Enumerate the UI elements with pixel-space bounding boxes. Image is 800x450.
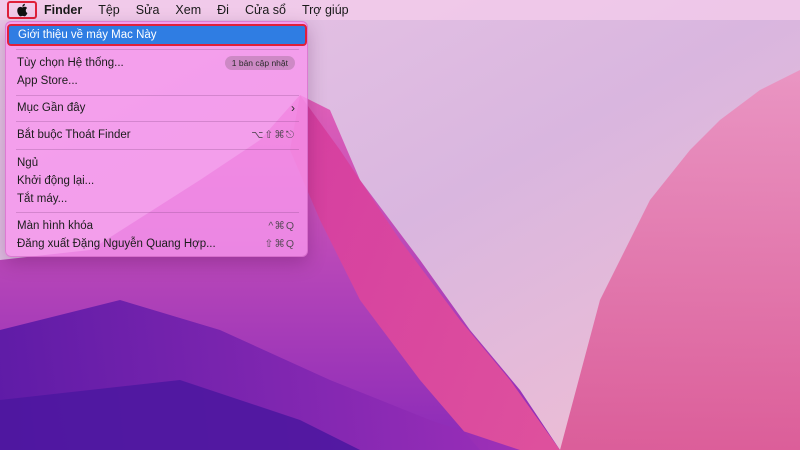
menu-item-label: Ngủ <box>17 157 39 169</box>
keyboard-shortcut: ⌥⇧⌘⎋ <box>251 128 295 141</box>
menu-item-label: Đăng xuất Đặng Nguyễn Quang Hợp... <box>17 238 216 250</box>
menu-item-system-preferences[interactable]: Tùy chọn Hệ thống... 1 bản cập nhật <box>10 54 303 72</box>
menu-item-shut-down[interactable]: Tắt máy... <box>10 190 303 208</box>
menu-help[interactable]: Trợ giúp <box>302 3 349 17</box>
menu-item-label: Bắt buộc Thoát Finder <box>17 129 131 141</box>
menu-go[interactable]: Đi <box>217 3 229 17</box>
menu-item-about-this-mac[interactable]: Giới thiệu về máy Mac Này <box>7 24 307 46</box>
menu-item-recent-items[interactable]: Mục Gần đây › <box>10 99 303 117</box>
menu-item-label: Khởi động lại... <box>17 175 95 187</box>
menu-item-app-store[interactable]: App Store... <box>10 72 303 90</box>
menu-item-label: App Store... <box>17 75 78 87</box>
menu-item-lock-screen[interactable]: Màn hình khóa ^⌘Q <box>10 217 303 235</box>
apple-logo-icon <box>17 3 28 17</box>
menu-edit[interactable]: Sửa <box>136 3 160 17</box>
menu-separator <box>16 121 299 122</box>
menu-bar: Finder Tệp Sửa Xem Đi Cửa sổ Trợ giúp <box>0 0 800 20</box>
menu-file[interactable]: Tệp <box>98 3 120 17</box>
menu-item-label: Tắt máy... <box>17 193 68 205</box>
chevron-right-icon: › <box>291 101 295 115</box>
menu-item-force-quit[interactable]: Bắt buộc Thoát Finder ⌥⇧⌘⎋ <box>10 126 303 144</box>
menu-item-sleep[interactable]: Ngủ <box>10 154 303 172</box>
menu-finder[interactable]: Finder <box>44 3 82 17</box>
apple-menu-button[interactable] <box>7 1 37 19</box>
keyboard-shortcut: ⇧⌘Q <box>264 238 295 250</box>
menu-item-restart[interactable]: Khởi động lại... <box>10 172 303 190</box>
menu-separator <box>16 212 299 213</box>
menu-window[interactable]: Cửa sổ <box>245 3 286 17</box>
menu-item-label: Giới thiệu về máy Mac Này <box>18 29 157 41</box>
menu-view[interactable]: Xem <box>175 3 201 17</box>
menu-item-label: Tùy chọn Hệ thống... <box>17 57 124 69</box>
apple-menu-dropdown: Giới thiệu về máy Mac Này Tùy chọn Hệ th… <box>5 21 308 257</box>
menu-separator <box>16 95 299 96</box>
update-badge: 1 bản cập nhật <box>224 56 295 70</box>
keyboard-shortcut: ^⌘Q <box>268 220 295 232</box>
menu-item-log-out[interactable]: Đăng xuất Đặng Nguyễn Quang Hợp... ⇧⌘Q <box>10 235 303 253</box>
menu-item-label: Mục Gần đây <box>17 102 86 114</box>
menu-item-label: Màn hình khóa <box>17 220 94 232</box>
menu-separator <box>16 149 299 150</box>
menu-separator <box>16 49 299 50</box>
